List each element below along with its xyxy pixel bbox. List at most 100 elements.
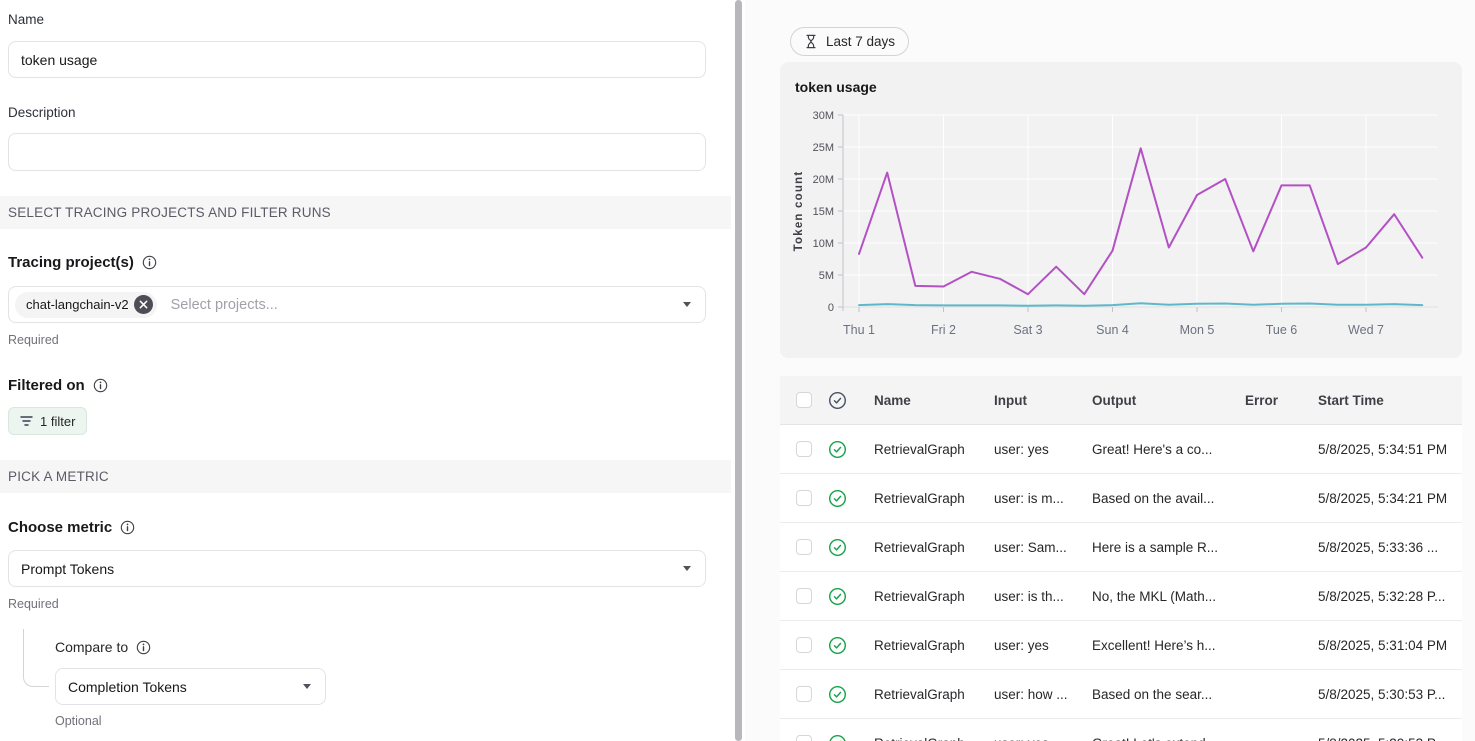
run-row[interactable]: RetrievalGraphuser: yesExcellent! Here’s…: [780, 621, 1462, 670]
section-select-projects: SELECT TRACING PROJECTS AND FILTER RUNS: [0, 196, 731, 229]
run-name-cell: RetrievalGraph: [860, 736, 994, 741]
info-circle-icon: [136, 640, 151, 655]
run-name-cell: RetrievalGraph: [860, 687, 994, 702]
tracing-projects-label: Tracing project(s): [8, 254, 157, 271]
compare-select[interactable]: Completion Tokens: [55, 668, 326, 705]
run-output-cell: Great! Let's extend...: [1092, 736, 1245, 741]
success-status-icon: [828, 440, 847, 459]
run-input-cell: user: yes: [994, 442, 1092, 457]
chevron-down-icon: [683, 302, 691, 307]
token-usage-chart-card: token usage 05M10M15M20M25M30MThu 1Fri 2…: [780, 62, 1462, 358]
tracing-required-hint: Required: [8, 333, 59, 347]
runs-table-body: RetrievalGraphuser: yesGreat! Here's a c…: [780, 425, 1462, 741]
info-circle-icon: [93, 378, 108, 393]
run-start-time-cell: 5/8/2025, 5:29:53 P...: [1318, 736, 1462, 741]
select-all-checkbox[interactable]: [796, 392, 812, 408]
success-status-icon: [828, 734, 847, 741]
svg-text:5M: 5M: [819, 270, 834, 282]
run-row[interactable]: RetrievalGraphuser: is m...Based on the …: [780, 474, 1462, 523]
svg-text:0: 0: [828, 302, 834, 314]
success-status-icon: [828, 587, 847, 606]
compare-to-label: Compare to: [55, 639, 151, 655]
run-row[interactable]: RetrievalGraphuser: yesGreat! Here's a c…: [780, 425, 1462, 474]
success-status-icon: [828, 538, 847, 557]
row-checkbox[interactable]: [796, 441, 812, 457]
metric-required-hint: Required: [8, 597, 59, 611]
run-input-cell: user: yes: [994, 638, 1092, 653]
svg-text:25M: 25M: [813, 142, 834, 154]
svg-text:Thu 1: Thu 1: [843, 323, 875, 337]
run-start-time-cell: 5/8/2025, 5:32:28 P...: [1318, 589, 1462, 604]
run-input-cell: user: Sam...: [994, 540, 1092, 555]
status-column-icon: [828, 391, 847, 410]
chevron-down-icon: [683, 566, 691, 571]
run-start-time-cell: 5/8/2025, 5:34:51 PM: [1318, 442, 1462, 457]
project-multiselect[interactable]: chat-langchain-v2 Select projects...: [8, 286, 706, 323]
panel-scrollbar[interactable]: [731, 0, 745, 741]
choose-metric-label: Choose metric: [8, 519, 135, 536]
project-chip: chat-langchain-v2: [15, 292, 157, 318]
column-header-input: Input: [994, 393, 1092, 408]
remove-project-icon[interactable]: [134, 295, 153, 314]
preview-panel: Last 7 days token usage 05M10M15M20M25M3…: [745, 0, 1475, 741]
run-name-cell: RetrievalGraph: [860, 589, 994, 604]
metric-select[interactable]: Prompt Tokens: [8, 550, 706, 587]
name-input[interactable]: [8, 41, 706, 78]
chevron-down-icon: [303, 684, 311, 689]
column-header-name: Name: [860, 393, 994, 408]
row-checkbox[interactable]: [796, 735, 812, 741]
run-name-cell: RetrievalGraph: [860, 442, 994, 457]
run-name-cell: RetrievalGraph: [860, 540, 994, 555]
column-header-error: Error: [1245, 393, 1318, 408]
hourglass-icon: [804, 34, 818, 49]
filtered-on-label: Filtered on: [8, 377, 108, 394]
run-row[interactable]: RetrievalGraphuser: yesGreat! Let's exte…: [780, 719, 1462, 741]
run-input-cell: user: how ...: [994, 687, 1092, 702]
info-circle-icon: [142, 255, 157, 270]
run-input-cell: user: is m...: [994, 491, 1092, 506]
row-checkbox[interactable]: [796, 490, 812, 506]
success-status-icon: [828, 636, 847, 655]
runs-table-header: Name Input Output Error Start Time: [780, 376, 1462, 425]
run-start-time-cell: 5/8/2025, 5:30:53 P...: [1318, 687, 1462, 702]
info-circle-icon: [120, 520, 135, 535]
run-output-cell: No, the MKL (Math...: [1092, 589, 1245, 604]
run-row[interactable]: RetrievalGraphuser: is th...No, the MKL …: [780, 572, 1462, 621]
time-range-button[interactable]: Last 7 days: [790, 27, 909, 56]
run-output-cell: Great! Here's a co...: [1092, 442, 1245, 457]
svg-text:20M: 20M: [813, 174, 834, 186]
row-checkbox[interactable]: [796, 539, 812, 555]
row-checkbox[interactable]: [796, 686, 812, 702]
run-start-time-cell: 5/8/2025, 5:31:04 PM: [1318, 638, 1462, 653]
token-usage-line-chart: 05M10M15M20M25M30MThu 1Fri 2Sat 3Sun 4Mo…: [780, 62, 1462, 358]
run-row[interactable]: RetrievalGraphuser: how ...Based on the …: [780, 670, 1462, 719]
section-pick-metric: PICK A METRIC: [0, 460, 731, 493]
svg-text:Tue 6: Tue 6: [1266, 323, 1298, 337]
filter-count-button[interactable]: 1 filter: [8, 407, 87, 435]
run-row[interactable]: RetrievalGraphuser: Sam...Here is a samp…: [780, 523, 1462, 572]
scrollbar-thumb[interactable]: [735, 0, 742, 741]
column-header-start-time: Start Time: [1318, 393, 1462, 408]
app-window: Name Description SELECT TRACING PROJECTS…: [0, 0, 1475, 741]
svg-text:30M: 30M: [813, 110, 834, 122]
svg-text:Mon 5: Mon 5: [1180, 323, 1215, 337]
run-output-cell: Based on the sear...: [1092, 687, 1245, 702]
success-status-icon: [828, 685, 847, 704]
row-checkbox[interactable]: [796, 588, 812, 604]
run-start-time-cell: 5/8/2025, 5:34:21 PM: [1318, 491, 1462, 506]
compare-connector-line: [23, 629, 49, 687]
run-input-cell: user: yes: [994, 736, 1092, 741]
compare-optional-hint: Optional: [55, 714, 102, 728]
run-start-time-cell: 5/8/2025, 5:33:36 ...: [1318, 540, 1462, 555]
success-status-icon: [828, 489, 847, 508]
project-select-placeholder: Select projects...: [171, 297, 278, 313]
x-icon: [139, 300, 148, 309]
filter-lines-icon: [20, 415, 33, 427]
run-output-cell: Here is a sample R...: [1092, 540, 1245, 555]
svg-text:Fri 2: Fri 2: [931, 323, 956, 337]
description-input[interactable]: [8, 133, 706, 171]
svg-text:Sat 3: Sat 3: [1013, 323, 1042, 337]
run-output-cell: Based on the avail...: [1092, 491, 1245, 506]
row-checkbox[interactable]: [796, 637, 812, 653]
name-label: Name: [8, 12, 44, 27]
